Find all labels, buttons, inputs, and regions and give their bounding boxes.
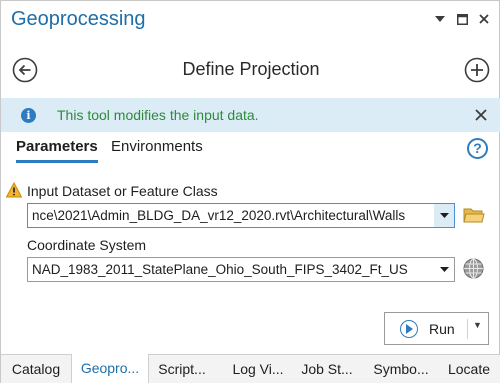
input-dataset-field[interactable]: nce\2021\Admin_BLDG_DA_vr12_2020.rvt\Arc… [27,203,455,228]
tab-job-status[interactable]: Job St... [293,355,361,383]
coordinate-system-value[interactable]: NAD_1983_2011_StatePlane_Ohio_South_FIPS… [32,262,432,277]
maximize-icon[interactable] [453,10,471,28]
tool-header: Define Projection [1,51,500,89]
tab-locate[interactable]: Locate [439,355,499,383]
pane-title: Geoprocessing [11,8,146,30]
tab-symbology[interactable]: Symbo... [365,355,437,383]
info-message-bar: i This tool modifies the input data. [1,98,500,132]
title-bar: Geoprocessing [1,1,500,39]
coordinate-system-label: Coordinate System [27,237,147,253]
run-separator [467,319,468,339]
bottom-tab-bar: Catalog Geopro... Script... Log Vi... Jo… [1,354,500,383]
run-button[interactable]: Run ▼ [384,312,489,345]
run-label: Run [429,321,455,337]
help-icon[interactable]: ? [467,138,488,159]
close-pane-icon[interactable] [475,10,493,28]
tab-parameters[interactable]: Parameters [16,138,98,163]
geoprocessing-pane: Geoprocessing Define Projection i This t… [0,0,500,383]
warning-icon [5,181,23,198]
play-icon [400,320,418,338]
tab-environments[interactable]: Environments [111,138,203,160]
add-plus-icon[interactable] [464,57,490,83]
input-dataset-value[interactable]: nce\2021\Admin_BLDG_DA_vr12_2020.rvt\Arc… [32,208,432,223]
run-options-dropdown-icon[interactable]: ▼ [473,320,482,330]
tool-title: Define Projection [182,59,320,79]
input-dataset-label: Input Dataset or Feature Class [27,183,218,199]
coordinate-system-field[interactable]: NAD_1983_2011_StatePlane_Ohio_South_FIPS… [27,257,455,282]
pane-menu-dropdown-icon[interactable] [431,10,449,28]
tab-catalog[interactable]: Catalog [1,355,71,383]
chevron-down-icon[interactable] [434,204,454,227]
tab-scripting[interactable]: Script... [149,355,215,383]
tab-log-view[interactable]: Log Vi... [223,355,293,383]
chevron-down-icon[interactable] [434,258,454,281]
tab-geoprocessing[interactable]: Geopro... [71,354,149,383]
browse-folder-icon[interactable] [463,206,485,224]
info-message: This tool modifies the input data. [57,107,259,123]
globe-icon[interactable] [463,258,484,279]
info-icon: i [21,108,36,123]
dismiss-message-icon[interactable] [472,106,490,124]
